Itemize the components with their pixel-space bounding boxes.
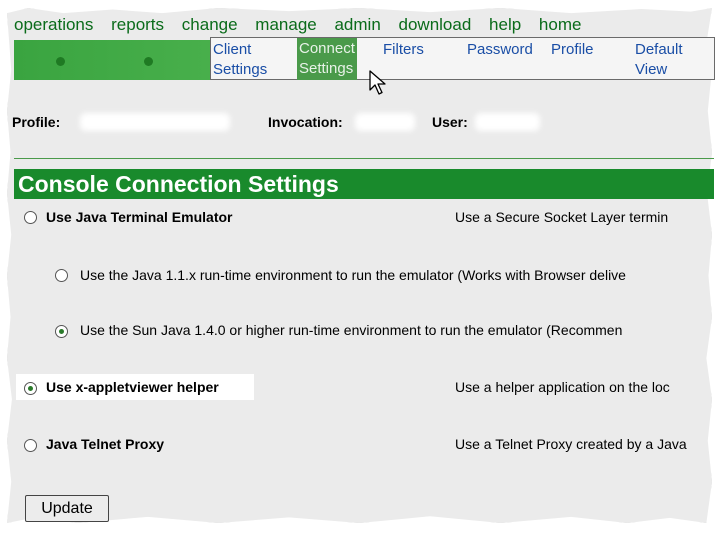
nav-change[interactable]: change	[182, 15, 238, 34]
telnet-proxy-radio[interactable]	[24, 439, 37, 452]
nav-help[interactable]: help	[489, 15, 521, 34]
telnet-proxy-label: Java Telnet Proxy	[46, 436, 165, 452]
java-terminal-label: Use Java Terminal Emulator	[46, 209, 233, 225]
change-submenu: Client Settings Connect Settings Filters…	[210, 37, 715, 80]
nav-admin[interactable]: admin	[334, 15, 380, 34]
submenu-connect-settings[interactable]: Connect Settings	[297, 38, 357, 80]
java-14-radio[interactable]	[55, 325, 68, 338]
user-label: User:	[432, 114, 468, 130]
appletviewer-radio[interactable]	[24, 382, 37, 395]
nav-manage[interactable]: manage	[255, 15, 316, 34]
submenu-client-settings[interactable]: Client Settings	[213, 40, 267, 80]
nav-operations[interactable]: operations	[14, 15, 93, 34]
top-nav: operations reports change manage admin d…	[14, 15, 594, 35]
submenu-profile[interactable]: Profile	[551, 40, 594, 60]
telnet-proxy-description: Use a Telnet Proxy created by a Java	[455, 436, 687, 452]
appletviewer-description: Use a helper application on the loc	[455, 379, 670, 395]
profile-value-redacted	[80, 113, 230, 131]
dot-icon	[56, 57, 65, 66]
submenu-default-view[interactable]: Default View	[635, 40, 683, 80]
java-11-label: Use the Java 1.1.x run-time environment …	[80, 267, 626, 283]
java-14-label: Use the Sun Java 1.4.0 or higher run-tim…	[80, 322, 623, 338]
java-11-radio[interactable]	[55, 269, 68, 282]
submenu-filters[interactable]: Filters	[383, 40, 424, 60]
update-button[interactable]: Update	[25, 495, 109, 522]
profile-label: Profile:	[12, 114, 61, 130]
nav-home[interactable]: home	[539, 15, 582, 34]
mouse-cursor-icon	[369, 70, 386, 95]
java-terminal-radio[interactable]	[24, 211, 37, 224]
submenu-password[interactable]: Password	[467, 40, 533, 60]
invocation-label: Invocation:	[268, 114, 343, 130]
invocation-value-redacted	[355, 113, 415, 131]
page-title: Console Connection Settings	[14, 169, 714, 199]
appletviewer-label: Use x-appletviewer helper	[46, 379, 219, 395]
nav-download[interactable]: download	[399, 15, 472, 34]
user-value-redacted	[475, 113, 540, 131]
nav-reports[interactable]: reports	[111, 15, 164, 34]
java-terminal-description: Use a Secure Socket Layer termin	[455, 209, 669, 225]
divider	[14, 158, 714, 159]
dot-icon	[144, 57, 153, 66]
